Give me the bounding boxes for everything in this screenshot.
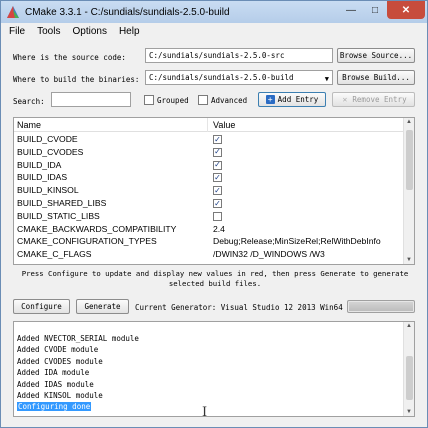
scroll-up-icon[interactable]: ▲ bbox=[406, 119, 412, 125]
entry-checkbox[interactable]: ✓ bbox=[213, 135, 222, 144]
entry-checkbox[interactable]: ✓ bbox=[213, 147, 222, 157]
menu-options[interactable]: Options bbox=[72, 26, 106, 37]
entry-name: CMAKE_C_FLAGS bbox=[17, 249, 92, 260]
plus-icon: + bbox=[265, 95, 275, 104]
scroll-down-icon[interactable]: ▼ bbox=[406, 257, 412, 263]
table-row[interactable]: BUILD_SHARED_LIBS ✓ bbox=[14, 197, 404, 210]
output-line: Added NVECTOR_SERIAL module bbox=[17, 334, 139, 343]
menu-bar: File Tools Options Help bbox=[1, 23, 427, 39]
output-line: Added CVODES module bbox=[17, 356, 103, 366]
title-bar[interactable]: CMake 3.3.1 - C:/sundials/sundials-2.5.0… bbox=[1, 1, 427, 23]
output-line: Added IDAS module bbox=[17, 379, 94, 389]
table-row[interactable]: BUILD_IDAS ✓ bbox=[14, 171, 404, 184]
window-title: CMake 3.3.1 - C:/sundials/sundials-2.5.0… bbox=[25, 6, 230, 18]
entry-checkbox[interactable]: ✓ bbox=[213, 160, 222, 170]
menu-tools[interactable]: Tools bbox=[37, 26, 60, 37]
cache-table: Name Value BUILD_CVODE ✓ BUILD_CVODES ✓ BUIL… bbox=[13, 117, 415, 265]
chevron-down-icon[interactable]: ▼ bbox=[325, 75, 329, 83]
grouped-checkbox[interactable] bbox=[144, 95, 154, 105]
entry-name: CMAKE_CONFIGURATION_TYPES bbox=[17, 236, 157, 247]
entry-value[interactable]: /DWIN32 /D_WINDOWS /W3 bbox=[213, 249, 403, 259]
entry-checkbox[interactable]: ✓ bbox=[213, 186, 222, 196]
scroll-down-icon[interactable]: ▼ bbox=[406, 409, 412, 415]
entry-value[interactable]: /D_DEBUG /MDd /Zi /Ob0 /Od /RTC1 bbox=[213, 262, 403, 264]
table-row[interactable]: CMAKE_BACKWARDS_COMPATIBILITY 2.4 bbox=[14, 223, 404, 236]
entry-value[interactable]: 2.4 bbox=[213, 224, 403, 234]
entry-checkbox[interactable]: ✓ bbox=[213, 173, 222, 183]
configure-button[interactable]: Configure bbox=[13, 299, 70, 314]
current-generator: Current Generator: Visual Studio 12 2013… bbox=[135, 303, 343, 312]
minimize-button[interactable]: — bbox=[339, 1, 363, 19]
table-scrollbar[interactable]: ▲ ▼ bbox=[403, 118, 414, 264]
browse-source-button[interactable]: Browse Source... bbox=[337, 48, 415, 63]
advanced-label: Advanced bbox=[211, 96, 248, 105]
entry-name: BUILD_KINSOL bbox=[17, 185, 79, 196]
menu-file[interactable]: File bbox=[9, 26, 25, 37]
entry-name: BUILD_CVODE bbox=[17, 134, 78, 144]
column-header-value[interactable]: Value bbox=[213, 120, 235, 130]
x-icon: ✕ bbox=[342, 95, 348, 104]
output-line: Added IDA module bbox=[17, 368, 90, 378]
table-row[interactable]: CMAKE_CONFIGURATION_TYPES Debug;Release;M… bbox=[14, 235, 404, 248]
binaries-label: Where to build the binaries: bbox=[13, 75, 140, 84]
grouped-label: Grouped bbox=[157, 96, 189, 105]
entry-name: BUILD_STATIC_LIBS bbox=[17, 210, 100, 221]
maximize-button[interactable]: □ bbox=[363, 1, 387, 19]
source-path-field[interactable]: C:/sundials/sundials-2.5.0-src bbox=[145, 48, 333, 63]
remove-entry-label: Remove Entry bbox=[352, 95, 407, 104]
close-button[interactable]: ✕ bbox=[387, 1, 425, 19]
add-entry-button[interactable]: + Add Entry bbox=[258, 92, 326, 107]
progress-fill bbox=[349, 302, 413, 311]
search-input[interactable] bbox=[51, 92, 131, 107]
table-row[interactable]: BUILD_IDA ✓ bbox=[14, 159, 404, 172]
entry-name: CMAKE_BACKWARDS_COMPATIBILITY bbox=[17, 223, 177, 234]
cmake-triangle-icon bbox=[6, 5, 20, 19]
add-entry-label: Add Entry bbox=[277, 95, 319, 104]
configure-hint: Press Configure to update and display ne… bbox=[21, 269, 409, 288]
entry-checkbox[interactable]: ✓ bbox=[213, 199, 222, 208]
output-scrollbar[interactable]: ▲ ▼ bbox=[403, 322, 414, 416]
build-path-value: C:/sundials/sundials-2.5.0-build bbox=[149, 73, 294, 82]
source-label: Where is the source code: bbox=[13, 53, 126, 62]
table-row[interactable]: BUILD_STATIC_LIBS bbox=[14, 210, 404, 223]
column-header-name[interactable]: Name bbox=[17, 120, 41, 130]
output-line: Added KINSOL module bbox=[17, 391, 103, 400]
build-path-dropdown[interactable]: C:/sundials/sundials-2.5.0-build ▼ bbox=[145, 70, 333, 85]
progress-bar bbox=[347, 300, 415, 313]
table-row[interactable]: CMAKE_C_FLAGS_DEBUG/D_DEBUG /MDd /Zi /Ob… bbox=[14, 261, 404, 264]
generate-button[interactable]: Generate bbox=[76, 299, 129, 314]
menu-help[interactable]: Help bbox=[119, 26, 140, 37]
output-log[interactable]: Added NVECTOR_SERIAL module Added CVODE m… bbox=[13, 321, 415, 417]
search-label: Search: bbox=[13, 97, 45, 106]
entry-name: BUILD_IDA bbox=[17, 159, 62, 170]
entry-name: BUILD_IDAS bbox=[17, 172, 68, 183]
table-header: Name Value bbox=[14, 118, 404, 132]
scroll-up-icon[interactable]: ▲ bbox=[406, 323, 412, 329]
scrollbar-thumb[interactable] bbox=[406, 130, 413, 190]
text-cursor-icon: I bbox=[202, 405, 208, 417]
table-row[interactable]: BUILD_KINSOL ✓ bbox=[14, 184, 404, 197]
entry-checkbox[interactable] bbox=[213, 211, 222, 221]
column-divider[interactable] bbox=[207, 118, 208, 132]
cmake-window: CMake 3.3.1 - C:/sundials/sundials-2.5.0… bbox=[0, 0, 428, 428]
entry-value[interactable]: Debug;Release;MinSizeRel;RelWithDebInfo bbox=[213, 236, 403, 246]
advanced-checkbox[interactable] bbox=[198, 95, 208, 105]
output-line: Added CVODE module bbox=[17, 345, 99, 355]
remove-entry-button[interactable]: ✕ Remove Entry bbox=[332, 92, 415, 107]
entry-name: CMAKE_C_FLAGS_DEBUG bbox=[17, 262, 127, 264]
browse-build-button[interactable]: Browse Build... bbox=[337, 70, 415, 85]
table-row[interactable]: CMAKE_C_FLAGS/DWIN32 /D_WINDOWS /W3 bbox=[14, 248, 404, 261]
table-row[interactable]: BUILD_CVODES ✓ bbox=[14, 146, 404, 159]
scrollbar-thumb[interactable] bbox=[406, 356, 413, 400]
entry-name: BUILD_CVODES bbox=[17, 146, 84, 157]
entry-name: BUILD_SHARED_LIBS bbox=[17, 198, 107, 208]
table-row[interactable]: BUILD_CVODE ✓ bbox=[14, 133, 404, 146]
output-line: Configuring done bbox=[17, 402, 92, 412]
